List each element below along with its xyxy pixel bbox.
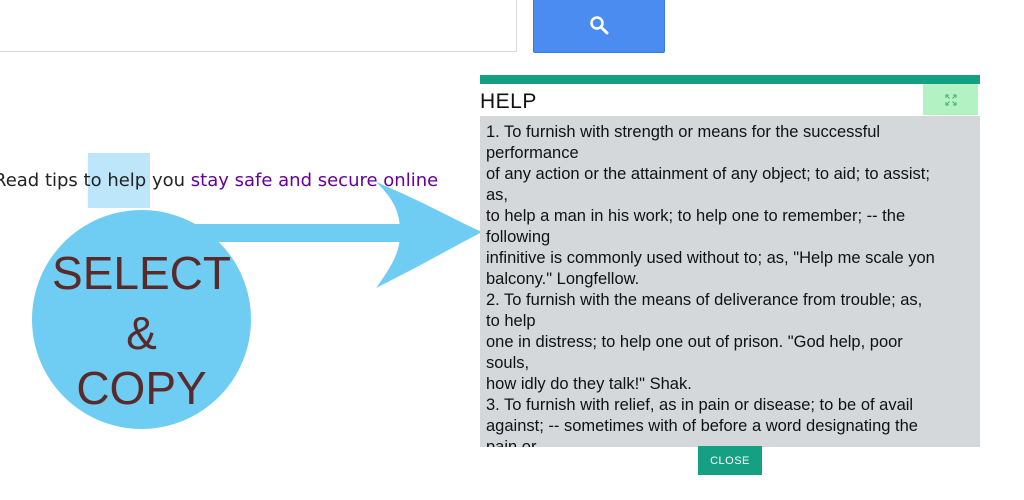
definition-line: balcony." Longfellow. — [486, 270, 640, 288]
definition-line: as, — [486, 186, 509, 204]
expand-button[interactable] — [923, 84, 978, 115]
overlay-line-select: SELECT — [52, 247, 231, 299]
definition-line: performance — [486, 144, 579, 162]
close-button[interactable]: CLOSE — [698, 446, 762, 475]
dialog-title: HELP — [480, 90, 537, 113]
definition-line: one in distress; to help one out of pris… — [486, 333, 903, 351]
definition-line: of any action or the attainment of any o… — [486, 165, 930, 183]
dialog-header: HELP — [480, 84, 980, 116]
definition-text-area[interactable]: 1. To furnish with strength or means for… — [480, 116, 980, 447]
definition-line: 2. To furnish with the means of delivera… — [486, 291, 923, 309]
definition-line: to help — [486, 312, 536, 330]
overlay-line-copy: COPY — [76, 362, 207, 414]
dialog-accent-bar — [480, 75, 980, 84]
overlay-line-ampersand: & — [126, 307, 157, 359]
definition-line: 3. To furnish with relief, as in pain or… — [486, 396, 914, 414]
definition-line: souls, — [486, 354, 530, 372]
definition-line: 1. To furnish with strength or means for… — [486, 123, 881, 141]
definition-line: to help a man in his work; to help one t… — [486, 207, 906, 225]
definition-line: following — [486, 228, 551, 246]
help-dialog: HELP 1. To furnish with strength or mean… — [480, 75, 980, 447]
definition-line: against; -- sometimes with of before a w… — [486, 417, 918, 435]
definition-line: infinitive is commonly used without to; … — [486, 249, 935, 267]
definition-line: how idly do they talk!" Shak. — [486, 375, 692, 393]
expand-icon — [945, 94, 956, 105]
